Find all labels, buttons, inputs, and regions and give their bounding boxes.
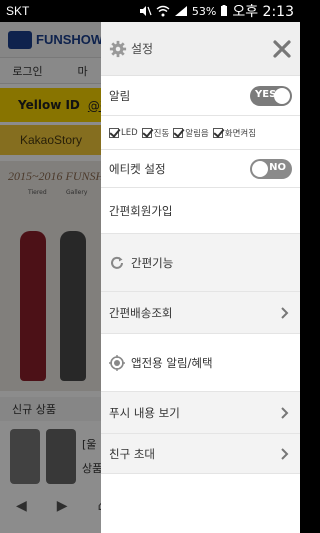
close-icon[interactable] [272, 39, 292, 59]
etiquette-toggle[interactable]: NO [250, 158, 292, 179]
carrier-label: SKT [6, 4, 30, 18]
simple-join-label: 간편회원가입 [109, 203, 173, 218]
etiquette-label: 에티켓 설정 [109, 161, 166, 176]
simple-delivery-row[interactable]: 간편배송조회 [101, 292, 300, 334]
drawer-title: 설정 [131, 42, 154, 56]
led-label: LED [121, 127, 138, 138]
sound-label: 알림음 [185, 128, 209, 139]
vibrate-checkbox[interactable]: 진동 [141, 127, 170, 139]
alarm-row: 알림 YES [101, 76, 300, 116]
alarm-label: 알림 [109, 88, 131, 103]
wifi-icon [156, 5, 170, 17]
chevron-right-icon [281, 406, 289, 419]
target-icon [109, 354, 125, 371]
screen-on-checkbox[interactable]: 화면켜짐 [212, 127, 257, 139]
status-bar: SKT 53% 오후 2:13 [0, 0, 300, 22]
push-view-row[interactable]: 푸시 내용 보기 [101, 392, 300, 434]
led-checkbox[interactable]: LED [109, 127, 138, 138]
settings-drawer: 설정 알림 YES LED 진동 알림음 화면켜짐 에티켓 설정 NO 간편회원… [101, 22, 300, 533]
checkbox-icon [141, 127, 152, 138]
chevron-right-icon [281, 447, 289, 460]
signal-icon [174, 6, 187, 16]
etiquette-row: 에티켓 설정 NO [101, 150, 300, 188]
toggle-knob [252, 160, 268, 177]
battery-icon [221, 5, 228, 16]
alarm-toggle[interactable]: YES [250, 85, 292, 106]
invite-row[interactable]: 친구 초대 [101, 434, 300, 474]
vibrate-label: 진동 [153, 128, 170, 139]
chevron-right-icon [281, 306, 289, 319]
simple-func-row[interactable]: 간편기능 [101, 234, 300, 292]
refresh-icon [111, 256, 123, 269]
clock: 오후 2:13 [232, 4, 294, 20]
app-alarm-label: 앱전용 알림/혜택 [131, 355, 213, 370]
push-view-label: 푸시 내용 보기 [109, 405, 180, 420]
drawer-header: 설정 [101, 22, 300, 76]
mute-icon [139, 6, 152, 16]
screen-on-label: 화면켜짐 [224, 128, 257, 139]
toggle-knob [274, 87, 290, 104]
simple-delivery-label: 간편배송조회 [109, 305, 173, 320]
simple-join-row[interactable]: 간편회원가입 [101, 188, 300, 234]
alarm-options-row: LED 진동 알림음 화면켜짐 [101, 116, 300, 150]
etiquette-toggle-label: NO [269, 161, 286, 173]
checkbox-icon [109, 127, 119, 138]
invite-label: 친구 초대 [109, 446, 155, 461]
alarm-options: LED 진동 알림음 화면켜짐 [109, 127, 256, 139]
app-alarm-row[interactable]: 앱전용 알림/혜택 [101, 334, 300, 392]
checkbox-icon [212, 127, 223, 138]
gear-icon [109, 40, 127, 57]
checkbox-icon [173, 127, 184, 138]
sound-checkbox[interactable]: 알림음 [173, 127, 209, 139]
battery-percent: 53% [191, 4, 217, 18]
simple-func-label: 간편기능 [131, 255, 174, 270]
